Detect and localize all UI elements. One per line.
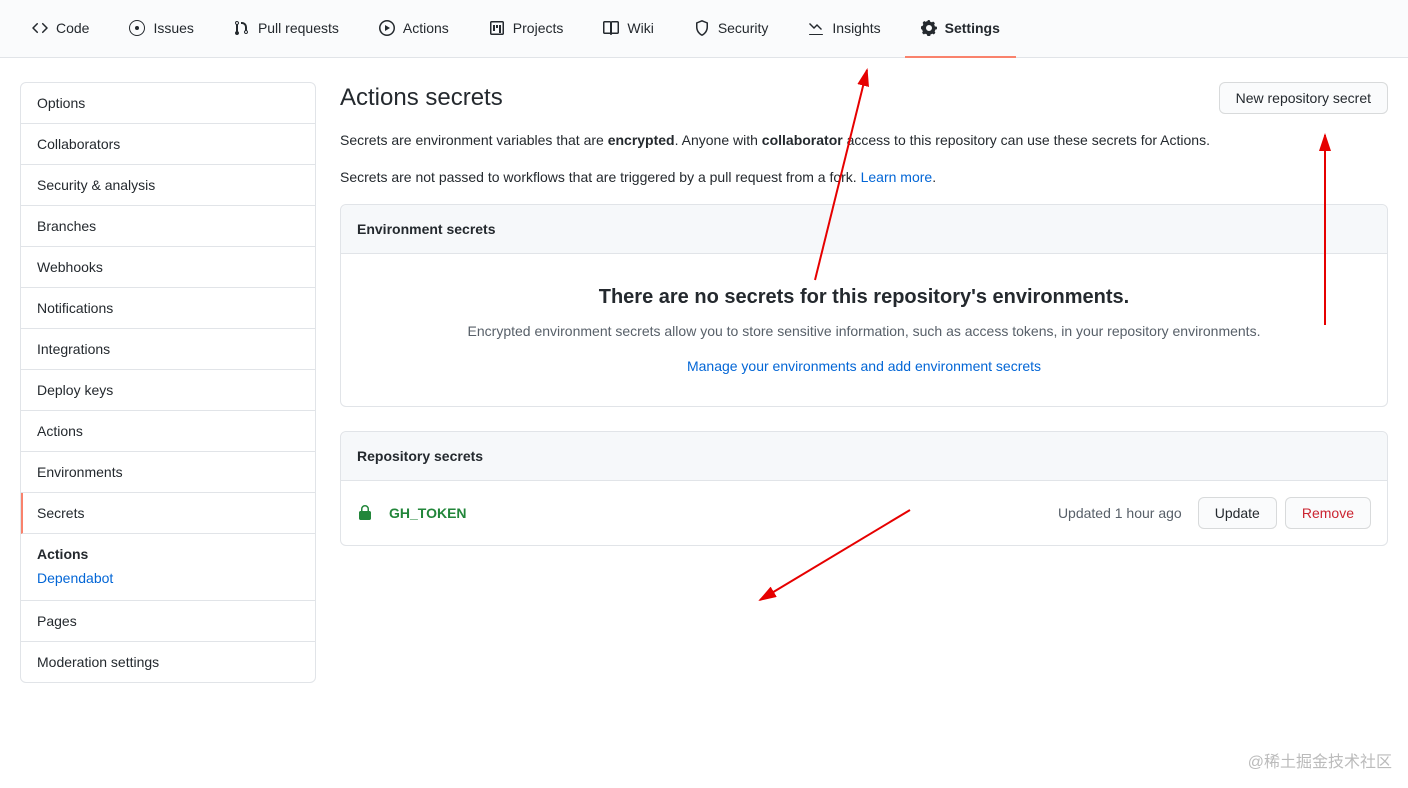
nav-code[interactable]: Code — [16, 0, 105, 58]
book-icon — [603, 20, 619, 36]
code-icon — [32, 20, 48, 36]
nav-label: Projects — [513, 20, 564, 36]
play-icon — [379, 20, 395, 36]
update-secret-button[interactable]: Update — [1198, 497, 1277, 529]
description-1: Secrets are environment variables that a… — [340, 130, 1388, 151]
sidebar-webhooks[interactable]: Webhooks — [21, 247, 315, 288]
environment-secrets-panel: Environment secrets There are no secrets… — [340, 204, 1388, 407]
secret-updated: Updated 1 hour ago — [1058, 505, 1182, 521]
nav-label: Issues — [153, 20, 193, 36]
learn-more-link[interactable]: Learn more — [861, 169, 933, 185]
sidebar-security-analysis[interactable]: Security & analysis — [21, 165, 315, 206]
page-title: Actions secrets — [340, 84, 503, 112]
sidebar-collaborators[interactable]: Collaborators — [21, 124, 315, 165]
secret-actions: Update Remove — [1198, 497, 1371, 529]
manage-environments-link[interactable]: Manage your environments and add environ… — [687, 358, 1041, 374]
new-repository-secret-button[interactable]: New repository secret — [1219, 82, 1388, 114]
nav-label: Pull requests — [258, 20, 339, 36]
sidebar-branches[interactable]: Branches — [21, 206, 315, 247]
pr-icon — [234, 20, 250, 36]
sidebar-secrets-sub: Actions Dependabot — [21, 534, 315, 601]
remove-secret-button[interactable]: Remove — [1285, 497, 1371, 529]
sidebar-integrations[interactable]: Integrations — [21, 329, 315, 370]
watermark: @稀土掘金技术社区 — [1248, 748, 1392, 772]
nav-settings[interactable]: Settings — [905, 0, 1016, 58]
gear-icon — [921, 20, 937, 36]
nav-projects[interactable]: Projects — [473, 0, 580, 58]
environment-secrets-empty: There are no secrets for this repository… — [341, 254, 1387, 406]
repo-nav: Code Issues Pull requests Actions Projec… — [0, 0, 1408, 58]
sidebar-dependabot-link[interactable]: Dependabot — [37, 568, 299, 588]
secret-name: GH_TOKEN — [389, 505, 467, 521]
empty-title: There are no secrets for this repository… — [365, 286, 1363, 309]
nav-security[interactable]: Security — [678, 0, 785, 58]
nav-label: Actions — [403, 20, 449, 36]
lock-icon — [357, 505, 373, 521]
issue-icon — [129, 20, 145, 36]
page-header: Actions secrets New repository secret — [340, 82, 1388, 114]
nav-label: Insights — [832, 20, 880, 36]
nav-label: Settings — [945, 20, 1000, 36]
sidebar-moderation[interactable]: Moderation settings — [21, 642, 315, 682]
empty-description: Encrypted environment secrets allow you … — [365, 321, 1363, 342]
settings-sidebar: Options Collaborators Security & analysi… — [20, 82, 316, 683]
sidebar-environments[interactable]: Environments — [21, 452, 315, 493]
main-content: Actions secrets New repository secret Se… — [340, 82, 1388, 683]
repository-secrets-panel: Repository secrets GH_TOKEN Updated 1 ho… — [340, 431, 1388, 546]
sidebar-secrets-sub-header: Actions — [37, 546, 299, 562]
sidebar-options[interactable]: Options — [21, 83, 315, 124]
description-2: Secrets are not passed to workflows that… — [340, 167, 1388, 188]
project-icon — [489, 20, 505, 36]
nav-actions[interactable]: Actions — [363, 0, 465, 58]
sidebar-notifications[interactable]: Notifications — [21, 288, 315, 329]
nav-label: Security — [718, 20, 769, 36]
sidebar-pages[interactable]: Pages — [21, 601, 315, 642]
sidebar-deploy-keys[interactable]: Deploy keys — [21, 370, 315, 411]
nav-insights[interactable]: Insights — [792, 0, 896, 58]
environment-secrets-header: Environment secrets — [341, 205, 1387, 254]
repository-secrets-header: Repository secrets — [341, 432, 1387, 481]
nav-pull-requests[interactable]: Pull requests — [218, 0, 355, 58]
shield-icon — [694, 20, 710, 36]
secret-row: GH_TOKEN Updated 1 hour ago Update Remov… — [341, 481, 1387, 545]
nav-label: Code — [56, 20, 89, 36]
nav-wiki[interactable]: Wiki — [587, 0, 669, 58]
nav-label: Wiki — [627, 20, 653, 36]
graph-icon — [808, 20, 824, 36]
sidebar-actions[interactable]: Actions — [21, 411, 315, 452]
sidebar-secrets[interactable]: Secrets — [21, 493, 315, 534]
nav-issues[interactable]: Issues — [113, 0, 209, 58]
